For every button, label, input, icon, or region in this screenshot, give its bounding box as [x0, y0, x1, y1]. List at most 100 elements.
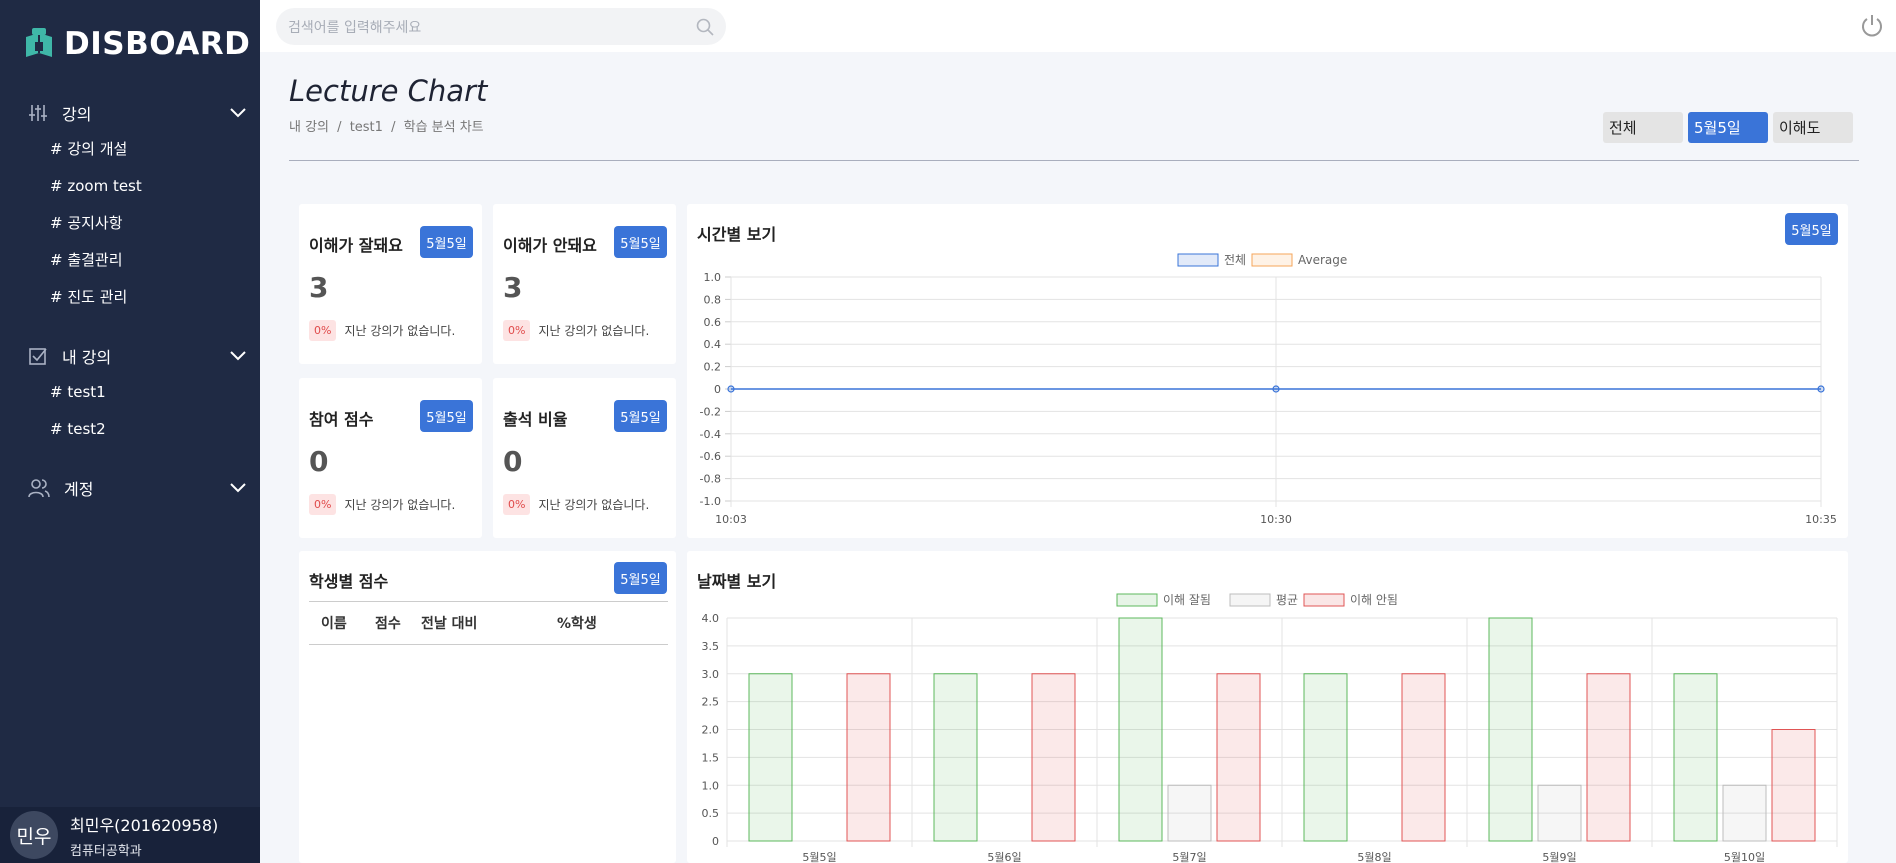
x-tick-label: 10:35 — [1805, 513, 1837, 526]
menu-head-account[interactable]: 계정 — [0, 470, 260, 506]
bar — [748, 673, 793, 842]
bar — [1031, 673, 1076, 842]
filter-date[interactable]: 5월5일 — [1688, 112, 1768, 143]
sidebar-item-zoom-test[interactable]: # zoom test — [0, 168, 260, 205]
menu-group-my-lecture: 내 강의 # test1 # test2 — [0, 338, 260, 448]
kpi-card-participation: 참여 점수 5월5일 0 0% 지난 강의가 없습니다. — [299, 378, 482, 538]
users-icon — [28, 479, 50, 498]
y-tick-label: 0.4 — [704, 338, 722, 351]
bar — [1401, 673, 1446, 842]
search-icon[interactable] — [696, 18, 714, 36]
column-header-change[interactable]: 전날 대비 — [421, 613, 557, 633]
date-badge[interactable]: 5월5일 — [614, 226, 667, 258]
menu-head-label: 강의 — [62, 105, 92, 124]
page-title: Lecture Chart — [289, 74, 488, 108]
kpi-title: 이해가 안돼요 — [503, 236, 597, 255]
data-point — [727, 385, 735, 393]
column-header-score[interactable]: 점수 — [375, 613, 421, 633]
column-header-name[interactable]: 이름 — [321, 613, 375, 633]
date-badge[interactable]: 5월5일 — [420, 400, 473, 432]
legend-swatch — [1303, 593, 1345, 607]
x-tick-label: 5월6일 — [987, 850, 1021, 863]
avatar: 민우 — [10, 811, 58, 859]
y-tick-label: 0.8 — [704, 293, 722, 306]
date-badge[interactable]: 5월5일 — [420, 226, 473, 258]
legend-swatch — [1229, 593, 1271, 607]
menu-head-label: 내 강의 — [62, 348, 112, 367]
date-badge[interactable]: 5월5일 — [614, 562, 667, 594]
x-tick-label: 5월9일 — [1542, 850, 1576, 863]
legend-label: 전체 — [1224, 253, 1246, 267]
book-logo-icon — [26, 28, 52, 57]
breadcrumb: 내 강의 / test1 / 학습 분석 차트 — [289, 116, 488, 135]
bar — [1586, 673, 1631, 842]
legend-label: 평균 — [1276, 593, 1298, 607]
bar — [1771, 729, 1816, 842]
chevron-down-icon[interactable] — [230, 351, 246, 361]
bar — [933, 673, 978, 842]
sidebar-item-test2[interactable]: # test2 — [0, 411, 260, 448]
sidebar: DISBOARD 강의 # 강의 개설 # zoom test # 공지사항 #… — [0, 0, 260, 863]
kpi-title: 참여 점수 — [309, 410, 374, 429]
bar — [1118, 617, 1163, 842]
time-line-chart: 전체 Average 1.0 0.8 0.6 0.4 0.2 0 -0.2 -0.4 -0.6 -0.… — [700, 253, 1837, 526]
kpi-note: 지난 강의가 없습니다. — [344, 324, 456, 338]
sidebar-item-attendance[interactable]: # 출결관리 — [0, 242, 260, 279]
filter-understanding[interactable]: 이해도 — [1773, 112, 1853, 143]
y-tick-label: -0.4 — [700, 428, 721, 441]
y-tick-label: -0.8 — [700, 473, 721, 486]
breadcrumb-my-lecture[interactable]: 내 강의 — [289, 120, 329, 135]
chevron-down-icon[interactable] — [230, 483, 246, 493]
card-title: 학생별 점수 — [309, 572, 389, 591]
legend-label: 이해 잘됨 — [1163, 593, 1211, 607]
date-bar-chart: 이해 잘됨 평균 이해 안됨 4.0 3.5 3.0 2.5 2.0 1.5 1.0 0.5 0 5월5… — [702, 593, 1838, 863]
y-tick-label: 4.0 — [702, 612, 720, 625]
sidebar-item-notice[interactable]: # 공지사항 — [0, 205, 260, 242]
sidebar-item-test1[interactable]: # test1 — [0, 374, 260, 411]
change-badge: 0% — [309, 320, 337, 341]
y-tick-label: 3.0 — [702, 668, 720, 681]
breadcrumb-test1[interactable]: test1 — [350, 120, 383, 135]
x-tick-label: 10:03 — [715, 513, 747, 526]
y-tick-label: 0.5 — [702, 807, 720, 820]
bar — [1537, 784, 1582, 842]
y-tick-label: -0.6 — [700, 450, 721, 463]
y-tick-label: 1.0 — [702, 779, 720, 792]
logo[interactable]: DISBOARD — [22, 26, 250, 62]
chevron-down-icon[interactable] — [230, 108, 246, 118]
menu-group-lecture: 강의 # 강의 개설 # zoom test # 공지사항 # 출결관리 # 진… — [0, 95, 260, 316]
time-chart-card: 시간별 보기 5월5일 전체 Average 1.0 0.8 0.6 0.4 0.2 0 -0.… — [687, 204, 1848, 538]
kpi-card-good: 이해가 잘돼요 5월5일 3 0% 지난 강의가 없습니다. — [299, 204, 482, 364]
column-header-percent[interactable]: %학생 — [557, 613, 597, 633]
breadcrumb-current: 학습 분석 차트 — [403, 120, 484, 135]
kpi-note: 지난 강의가 없습니다. — [538, 498, 650, 512]
topbar: 검색어를 입력해주세요 — [260, 0, 1896, 52]
x-tick-label: 5월7일 — [1172, 850, 1206, 863]
header-divider — [289, 160, 1859, 161]
legend-swatch — [1177, 253, 1219, 267]
y-tick-label: 1.5 — [702, 751, 720, 764]
user-profile[interactable]: 민우 최민우(201620958) 컴퓨터공학과 — [0, 807, 260, 863]
filter-all[interactable]: 전체 — [1603, 112, 1683, 143]
y-tick-label: 0 — [714, 383, 721, 396]
sidebar-item-create-lecture[interactable]: # 강의 개설 — [0, 131, 260, 168]
y-tick-label: 2.0 — [702, 724, 720, 737]
sidebar-item-progress[interactable]: # 진도 관리 — [0, 279, 260, 316]
bar — [1167, 784, 1212, 842]
user-department: 컴퓨터공학과 — [70, 843, 142, 859]
kpi-value: 0 — [309, 445, 329, 478]
date-badge[interactable]: 5월5일 — [614, 400, 667, 432]
y-tick-label: 0 — [712, 835, 719, 848]
legend-label: 이해 안됨 — [1350, 593, 1398, 607]
data-point — [1817, 385, 1825, 393]
checkbox-icon — [29, 348, 47, 365]
y-tick-label: -1.0 — [700, 495, 721, 508]
search-box[interactable]: 검색어를 입력해주세요 — [276, 8, 726, 45]
bar — [1488, 617, 1533, 842]
change-badge: 0% — [309, 494, 337, 515]
power-icon[interactable] — [1860, 14, 1884, 38]
menu-head-lecture[interactable]: 강의 — [0, 95, 260, 131]
kpi-value: 3 — [309, 271, 329, 304]
menu-head-my-lecture[interactable]: 내 강의 — [0, 338, 260, 374]
search-input[interactable]: 검색어를 입력해주세요 — [288, 17, 696, 37]
